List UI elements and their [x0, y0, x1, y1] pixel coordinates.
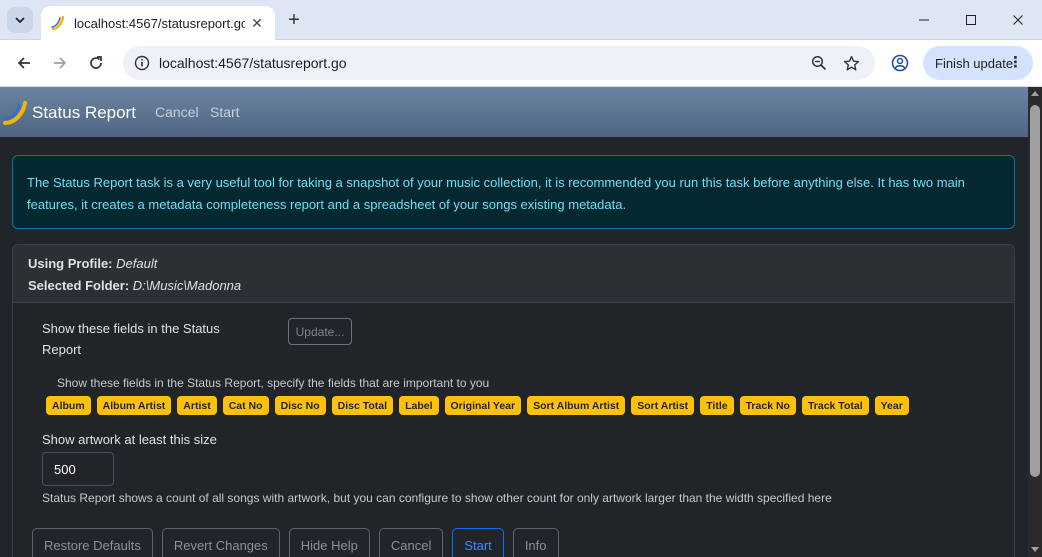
arrow-left-icon	[17, 57, 30, 69]
field-badge: Disc No	[274, 396, 326, 415]
scroll-up-icon[interactable]	[1031, 91, 1039, 96]
window-minimize-button[interactable]	[901, 0, 947, 40]
fields-help-text: Show these fields in the Status Report, …	[57, 376, 490, 390]
url-text[interactable]: localhost:4567/statusreport.go	[159, 55, 347, 71]
artwork-option-label: Show artwork at least this size	[42, 432, 217, 447]
options-card: Using Profile: Default Selected Folder: …	[12, 244, 1015, 557]
profile-button[interactable]	[887, 50, 913, 76]
folder-value: D:\Music\Madonna	[132, 278, 242, 293]
navbar-title[interactable]: Status Report	[32, 103, 136, 123]
profile-value: Default	[116, 256, 158, 271]
restore-defaults-button[interactable]: Restore Defaults	[32, 528, 153, 557]
artwork-help-text: Status Report shows a count of all songs…	[42, 491, 832, 505]
finish-update-button[interactable]: Finish update ⋮	[923, 46, 1033, 80]
folder-label: Selected Folder:	[28, 278, 130, 293]
bookmark-star-icon[interactable]	[839, 51, 863, 75]
field-badge: Album Artist	[96, 396, 172, 415]
info-alert: The Status Report task is a very useful …	[12, 155, 1015, 229]
start-button[interactable]: Start	[452, 528, 504, 557]
reload-button[interactable]	[81, 48, 111, 78]
field-badge: Album	[46, 396, 91, 415]
scrollbar-thumb[interactable]	[1030, 105, 1040, 477]
page-scrollbar[interactable]	[1028, 87, 1042, 557]
account-icon	[891, 54, 909, 72]
card-header: Using Profile: Default Selected Folder: …	[13, 245, 1014, 303]
browser-tab[interactable]: localhost:4567/statusreport.go ✕	[41, 6, 275, 40]
back-button[interactable]	[9, 48, 39, 78]
brand-logo-icon	[2, 101, 27, 125]
info-button[interactable]: Info	[512, 528, 559, 557]
window-maximize-button[interactable]	[948, 0, 994, 40]
tab-search-button[interactable]	[7, 7, 33, 33]
field-badge: Original Year	[444, 396, 522, 415]
window-close-button[interactable]	[995, 0, 1041, 40]
close-icon	[1013, 15, 1023, 25]
fields-option-label: Show these fields in the Status Report	[42, 321, 220, 357]
field-badge: Title	[700, 396, 734, 415]
address-bar[interactable]: localhost:4567/statusreport.go	[123, 46, 875, 80]
profile-line: Using Profile: Default	[28, 253, 1001, 275]
reload-icon	[90, 56, 102, 69]
app-navbar: Status Report Cancel Start	[0, 87, 1028, 137]
field-badges: Album Album Artist Artist Cat No Disc No…	[46, 396, 909, 415]
navbar-start-link[interactable]: Start	[210, 104, 240, 120]
field-badge: Sort Album Artist	[527, 396, 626, 415]
maximize-icon	[966, 15, 976, 25]
app-favicon-icon	[51, 15, 65, 31]
field-badge: Artist	[177, 396, 217, 415]
field-badge: Year	[874, 396, 909, 415]
minimize-icon	[919, 19, 929, 21]
site-info-icon[interactable]	[130, 51, 154, 75]
tab-title: localhost:4567/statusreport.go	[74, 15, 245, 31]
browser-toolbar: localhost:4567/statusreport.go Finish up…	[0, 40, 1042, 87]
tab-close-icon[interactable]: ✕	[245, 11, 269, 35]
field-badge: Track Total	[801, 396, 869, 415]
page-content: Status Report Cancel Start The Status Re…	[0, 87, 1028, 557]
field-badge: Label	[399, 396, 439, 415]
folder-line: Selected Folder: D:\Music\Madonna	[28, 275, 1001, 297]
browser-tabbar: localhost:4567/statusreport.go ✕ +	[0, 0, 1042, 40]
arrow-right-icon	[54, 57, 67, 69]
revert-changes-button[interactable]: Revert Changes	[161, 528, 280, 557]
update-fields-button[interactable]: Update...	[288, 318, 352, 345]
finish-update-label: Finish update	[935, 55, 1014, 71]
artwork-size-input[interactable]	[42, 452, 114, 486]
chevron-down-icon	[15, 17, 25, 24]
field-badge: Track No	[739, 396, 796, 415]
zoom-icon[interactable]	[807, 51, 831, 75]
more-menu-icon[interactable]: ⋮	[1008, 55, 1023, 71]
field-badge: Cat No	[222, 396, 269, 415]
action-buttons: Restore Defaults Revert Changes Hide Hel…	[32, 528, 559, 557]
profile-label: Using Profile:	[28, 256, 113, 271]
new-tab-icon[interactable]: +	[282, 8, 306, 32]
hide-help-button[interactable]: Hide Help	[288, 528, 370, 557]
field-badge: Sort Artist	[631, 396, 695, 415]
field-badge: Disc Total	[331, 396, 394, 415]
scroll-down-icon[interactable]	[1031, 547, 1039, 552]
navbar-cancel-link[interactable]: Cancel	[155, 104, 199, 120]
forward-button[interactable]	[45, 48, 75, 78]
cancel-button[interactable]: Cancel	[378, 528, 444, 557]
